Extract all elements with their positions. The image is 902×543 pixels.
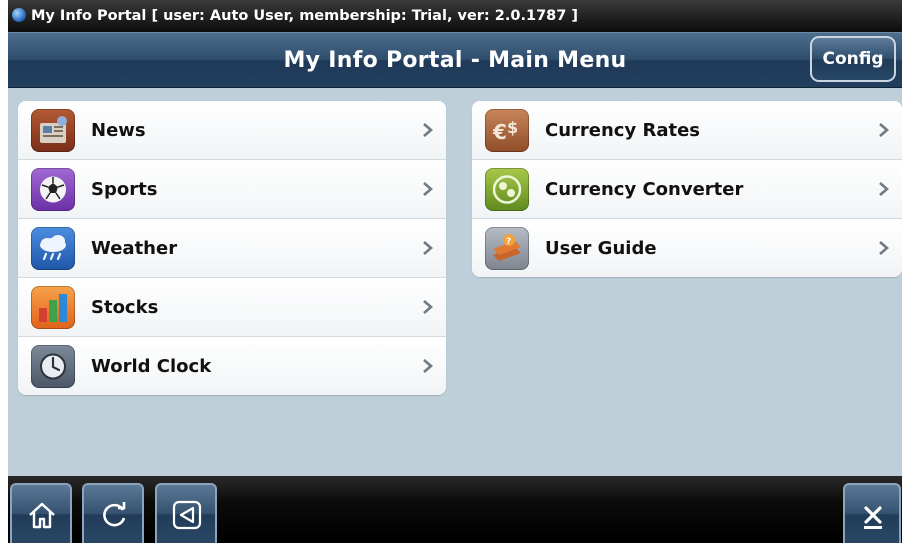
globe-icon [12,8,26,22]
menu-item-user-guide[interactable]: ? User Guide [472,219,902,277]
back-icon [172,500,202,530]
menu-item-label: World Clock [91,356,212,377]
soccer-ball-icon [31,168,75,211]
menu-list-right: € $ Currency Rates Currency Converter ? … [472,101,902,277]
home-icon [29,502,55,529]
chevron-right-icon [879,241,889,255]
refresh-button[interactable] [82,483,144,543]
menu-item-label: Stocks [91,297,159,318]
user-guide-book-icon: ? [485,227,529,270]
menu-item-sports[interactable]: Sports [18,160,446,219]
menu-list-left: News Sports Weather Stocks World Clock [18,101,446,395]
close-button[interactable] [843,483,901,543]
chevron-right-icon [879,182,889,196]
menu-item-label: User Guide [545,238,657,259]
stocks-chart-icon [31,286,75,329]
menu-item-label: Currency Converter [545,179,744,200]
weather-cloud-icon [31,227,75,270]
menu-item-stocks[interactable]: Stocks [18,278,446,337]
currency-converter-icon [485,168,529,211]
menu-item-news[interactable]: News [18,101,446,160]
menu-item-world-clock[interactable]: World Clock [18,337,446,395]
bottom-toolbar [8,476,902,543]
chevron-right-icon [423,123,433,137]
svg-text:?: ? [506,237,511,247]
app-window: My Info Portal [ user: Auto User, member… [8,0,902,543]
chevron-right-icon [423,359,433,373]
chevron-right-icon [423,300,433,314]
header-bar: My Info Portal - Main Menu Config [8,32,902,88]
chevron-right-icon [879,123,889,137]
home-button[interactable] [10,483,72,543]
menu-item-label: Sports [91,179,158,200]
svg-text:$: $ [507,118,518,137]
menu-item-label: Currency Rates [545,120,701,141]
menu-item-weather[interactable]: Weather [18,219,446,278]
clock-icon [31,345,75,388]
svg-text:€: € [492,120,507,144]
close-icon [864,506,882,529]
menu-item-label: News [91,120,146,141]
menu-item-currency-rates[interactable]: € $ Currency Rates [472,101,902,160]
chevron-right-icon [423,182,433,196]
currency-icon: € $ [485,109,529,152]
refresh-icon [103,502,126,527]
menu-item-currency-converter[interactable]: Currency Converter [472,160,902,219]
menu-item-label: Weather [91,238,178,259]
window-title-bar: My Info Portal [ user: Auto User, member… [8,0,902,32]
window-title: My Info Portal [ user: Auto User, member… [31,8,579,24]
page-title: My Info Portal - Main Menu [283,48,627,73]
chevron-right-icon [423,241,433,255]
back-button[interactable] [155,483,217,543]
news-icon [31,109,75,152]
main-content: News Sports Weather Stocks World Clock €… [8,88,902,476]
config-button[interactable]: Config [810,36,896,82]
